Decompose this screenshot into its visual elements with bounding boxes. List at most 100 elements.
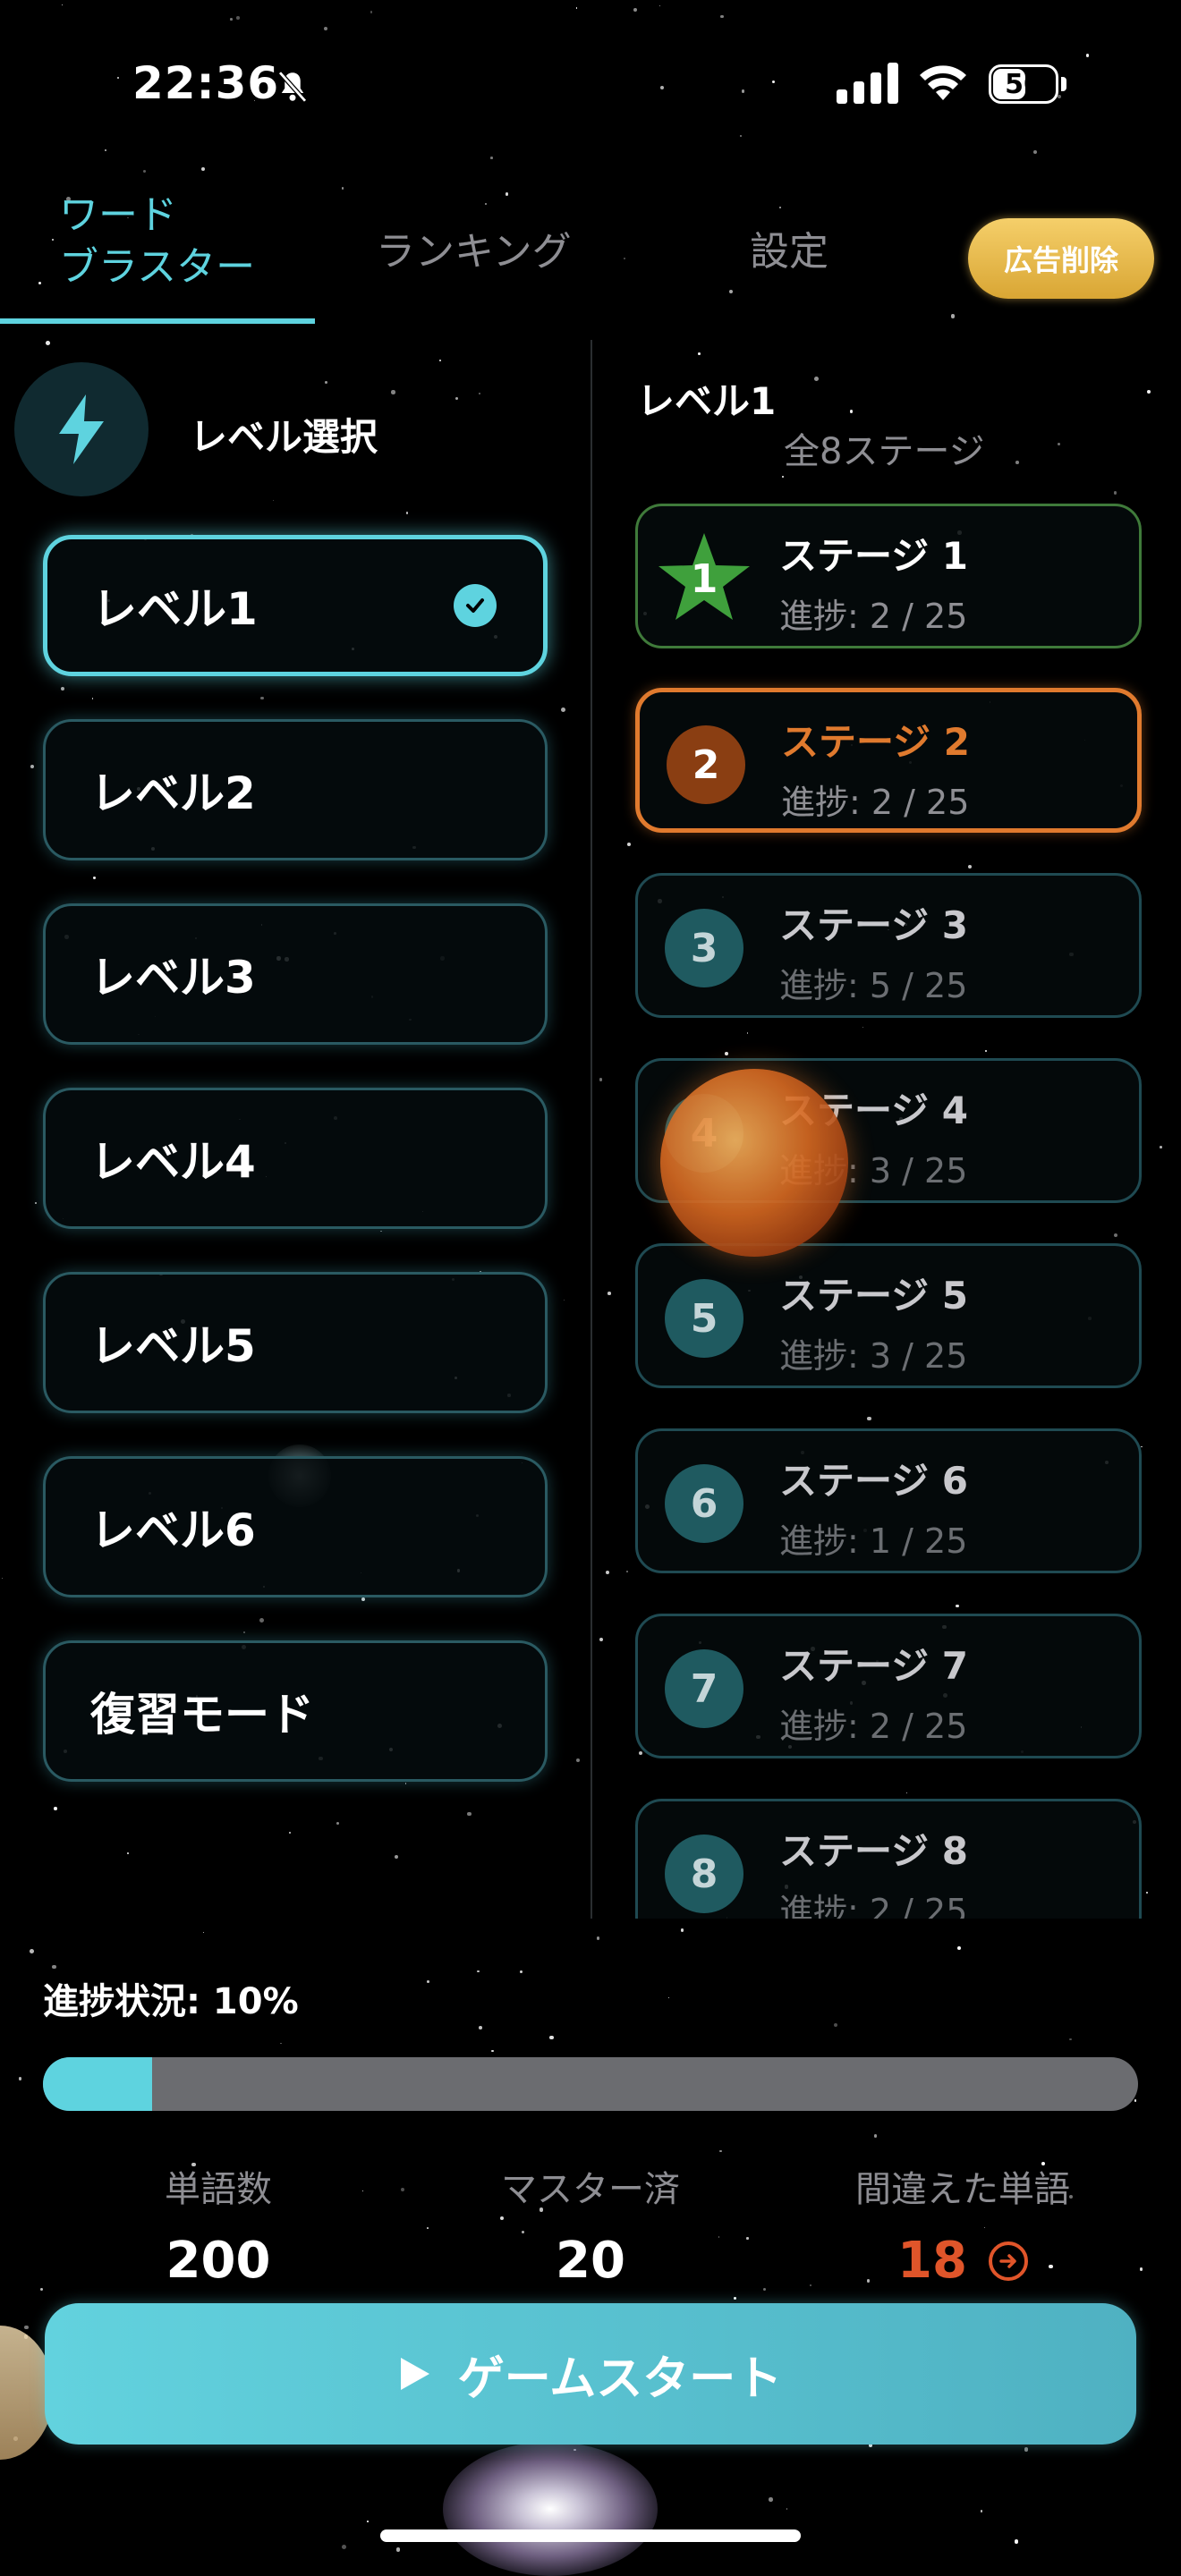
star-dot: [1057, 442, 1061, 446]
star-dot: [361, 1597, 366, 1602]
star-dot: [203, 1932, 205, 1934]
star-dot: [39, 2287, 44, 2292]
stage-card-7[interactable]: 7 ステージ 7 進捗: 2 / 25: [635, 1614, 1142, 1758]
level-button-3[interactable]: レベル3: [43, 903, 548, 1045]
star-dot: [491, 2049, 494, 2053]
level-button-6[interactable]: レベル6: [43, 1456, 548, 1597]
checkmark-icon: [454, 584, 497, 627]
level-button-2[interactable]: レベル2: [43, 719, 548, 860]
wifi-icon: [920, 65, 966, 100]
star-dot: [1160, 1145, 1163, 1148]
stat-value-row[interactable]: 18: [802, 2232, 1124, 2290]
star-dot: [862, 1026, 863, 1028]
stage-card-1[interactable]: 1 ステージ 1 進捗: 2 / 25: [635, 504, 1142, 648]
stage-progress: 進捗: 2 / 25: [779, 597, 968, 636]
stage-number: 8: [665, 1835, 743, 1913]
stage-progress: 進捗: 2 / 25: [779, 1707, 968, 1746]
stage-number: 2: [667, 725, 745, 804]
star-dot: [479, 393, 480, 394]
home-indicator[interactable]: [380, 2529, 801, 2542]
star-dot: [698, 352, 701, 355]
star-dot: [1140, 1445, 1143, 1448]
star-dot: [719, 2149, 722, 2153]
star-dot: [520, 1970, 523, 1974]
star-dot: [813, 377, 819, 382]
star-dot: [680, 1928, 684, 1932]
star-dot: [324, 380, 327, 384]
star-dot: [236, 16, 241, 20]
tab-word-blaster[interactable]: ワード ブラスター: [59, 190, 292, 293]
star-dot: [563, 1299, 565, 1301]
stage-progress: 進捗: 3 / 25: [779, 1336, 968, 1376]
star-dot: [725, 1051, 728, 1055]
star-dot: [280, 2042, 283, 2045]
stage-card-6[interactable]: 6 ステージ 6 進捗: 1 / 25: [635, 1428, 1142, 1573]
star-dot: [53, 1806, 57, 1810]
level-button-5[interactable]: レベル5: [43, 1272, 548, 1413]
star-dot: [505, 192, 509, 197]
stage-number: 1: [690, 556, 718, 602]
star-dot: [427, 2227, 429, 2230]
arrow-right-circle-icon[interactable]: [988, 2241, 1028, 2281]
battery-level: 50: [1005, 69, 1042, 100]
star-dot: [728, 289, 734, 293]
stage-card-8[interactable]: 8 ステージ 8 進捗: 2 / 25: [635, 1799, 1142, 1919]
star-dot: [782, 475, 785, 478]
star-dot: [599, 1638, 604, 1642]
star-dot: [45, 340, 50, 345]
progress-label: 進捗状況: 10%: [43, 1981, 299, 2022]
star-dot: [984, 1049, 987, 1052]
stage-card-5[interactable]: 5 ステージ 5 進捗: 3 / 25: [635, 1243, 1142, 1388]
star-dot: [742, 89, 745, 93]
level-label: 復習モード: [90, 1689, 314, 1741]
star-dot: [762, 2288, 766, 2292]
stage-progress: 進捗: 2 / 25: [779, 1892, 968, 1919]
star-dot: [35, 1201, 37, 1204]
star-dot: [143, 169, 147, 173]
level-button-4[interactable]: レベル4: [43, 1088, 548, 1229]
stage-number: 3: [665, 909, 743, 987]
cellular-signal-icon: [837, 63, 898, 104]
star-dot: [625, 1571, 628, 1573]
star-dot: [455, 396, 459, 400]
star-dot: [60, 686, 65, 691]
battery-indicator: 50: [989, 64, 1058, 104]
stat-mistakes[interactable]: 間違えた単語 18: [802, 2160, 1124, 2290]
stage-card-2[interactable]: 2 ステージ 2 進捗: 2 / 25: [635, 688, 1142, 833]
star-dot: [490, 156, 493, 159]
stat-value: 20: [556, 2232, 625, 2290]
star-dot: [769, 2497, 773, 2502]
star-dot: [1085, 54, 1090, 57]
star-dot: [624, 258, 626, 260]
star-dot: [52, 239, 54, 241]
star-dot: [404, 1783, 407, 1784]
stat-label: 単語数: [165, 2169, 272, 2210]
review-mode-button[interactable]: 復習モード: [43, 1640, 548, 1782]
tab-settings[interactable]: 設定: [750, 219, 828, 276]
status-time: 22:36: [132, 57, 280, 109]
tab-ranking[interactable]: ランキング: [376, 219, 572, 276]
level-label: レベル4: [90, 1136, 256, 1188]
stage-card-3[interactable]: 3 ステージ 3 進捗: 5 / 25: [635, 873, 1142, 1018]
star-dot: [400, 2187, 404, 2191]
star-dot: [658, 5, 660, 7]
star-dot: [288, 1831, 291, 1834]
level-label: レベル1: [92, 583, 258, 635]
level-label: レベル3: [90, 952, 256, 1004]
star-dot: [479, 2026, 482, 2029]
game-start-button[interactable]: ゲームスタート: [45, 2303, 1136, 2445]
star-dot: [771, 80, 776, 84]
stat-mastered: マスター済 20: [429, 2160, 752, 2290]
remove-ads-button[interactable]: 広告削除: [968, 218, 1154, 299]
level-button-1[interactable]: レベル1: [43, 535, 548, 676]
star-dot: [127, 1852, 129, 1854]
star-dot: [242, 1631, 245, 1634]
star-dot: [739, 134, 743, 138]
level-label: レベル5: [90, 1320, 256, 1372]
star-dot: [380, 1230, 382, 1233]
star-dot: [575, 7, 578, 9]
star-dot: [639, 1750, 643, 1755]
stage-progress: 進捗: 1 / 25: [779, 1521, 968, 1561]
star-dot: [1113, 1233, 1117, 1237]
star-dot: [786, 2508, 788, 2510]
